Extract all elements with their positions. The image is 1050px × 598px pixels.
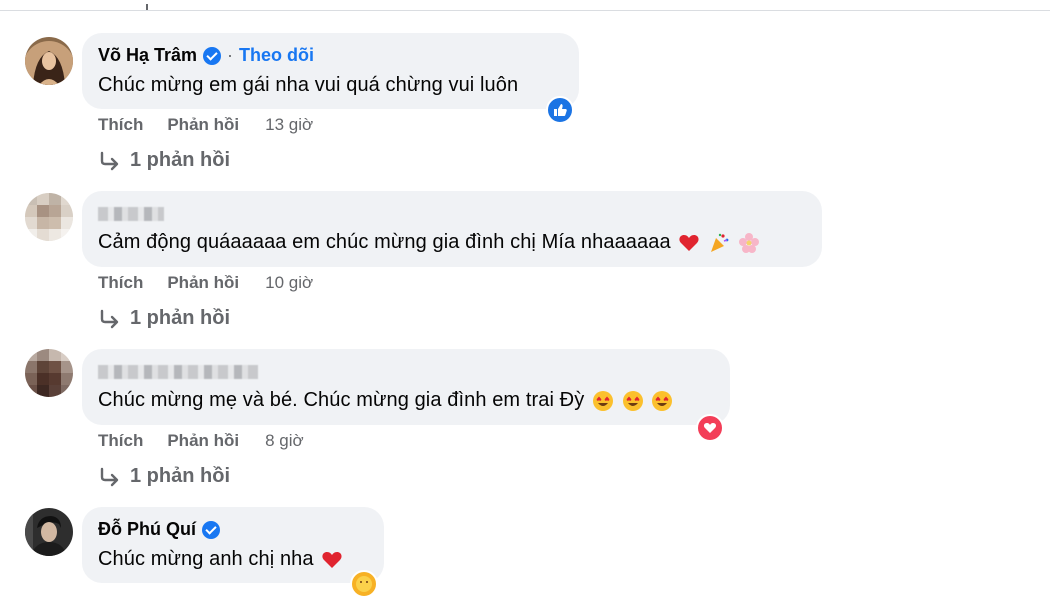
comment-bubble: Võ Hạ Trâm · Theo dõi Chúc mừng em gái n… (82, 33, 579, 109)
view-replies-link[interactable]: 1 phản hồi (98, 307, 230, 330)
like-button[interactable]: Thích (98, 431, 143, 451)
replies-count: 1 phản hồi (130, 307, 230, 329)
heart-eyes-icon (622, 390, 643, 411)
reply-arrow-icon (100, 309, 119, 328)
reply-button[interactable]: Phản hồi (167, 431, 239, 451)
reply-arrow-icon (100, 467, 119, 486)
reply-arrow-icon (100, 151, 119, 170)
party-popper-icon (711, 233, 729, 252)
view-replies-link[interactable]: 1 phản hồi (98, 149, 230, 172)
comment-actions: Thích Phản hồi 10 giờ (98, 273, 313, 293)
heart-eyes-icon (652, 390, 673, 411)
avatar[interactable] (25, 508, 73, 556)
reply-button[interactable]: Phản hồi (167, 115, 239, 135)
comment-actions: Thích Phản hồi 13 giờ (98, 115, 313, 135)
comment-author[interactable]: Đỗ Phú Quí (98, 519, 196, 540)
care-icon[interactable] (350, 570, 378, 598)
avatar[interactable] (25, 37, 73, 85)
comment-timestamp[interactable]: 10 giờ (265, 273, 313, 293)
comment-author-blurred[interactable] (98, 207, 164, 221)
heart-eyes-icon (593, 390, 613, 411)
like-button[interactable]: Thích (98, 273, 143, 293)
comment-text: Cảm động quáaaaaa em chúc mừng gia đình … (98, 231, 760, 254)
avatar[interactable] (25, 193, 73, 241)
comment-timestamp[interactable]: 8 giờ (265, 431, 304, 451)
previous-section-divider (0, 4, 1050, 11)
view-replies-link[interactable]: 1 phản hồi (98, 465, 230, 488)
follow-button[interactable]: Theo dõi (239, 45, 314, 66)
verified-badge-icon (203, 46, 222, 65)
comment-author[interactable]: Võ Hạ Trâm (98, 45, 197, 66)
comment-bubble: Chúc mừng mẹ và bé. Chúc mừng gia đình e… (82, 349, 730, 425)
red-heart-icon (679, 234, 699, 251)
comment-actions: Thích Phản hồi 8 giờ (98, 431, 304, 451)
replies-count: 1 phản hồi (130, 465, 230, 487)
reply-button[interactable]: Phản hồi (167, 273, 239, 293)
comment-text: Chúc mừng mẹ và bé. Chúc mừng gia đình e… (98, 389, 673, 412)
comment-text: Chúc mừng em gái nha vui quá chừng vui l… (98, 74, 519, 96)
avatar[interactable] (25, 349, 73, 397)
replies-count: 1 phản hồi (130, 149, 230, 171)
comment-author-blurred[interactable] (98, 365, 258, 379)
verified-badge-icon (202, 520, 220, 539)
comment-timestamp[interactable]: 13 giờ (265, 115, 313, 135)
comment-bubble: Cảm động quáaaaaa em chúc mừng gia đình … (82, 191, 822, 267)
like-icon[interactable] (546, 96, 574, 124)
like-button[interactable]: Thích (98, 115, 143, 135)
love-icon[interactable] (696, 414, 724, 442)
red-heart-icon (322, 551, 342, 568)
comment-text: Chúc mừng anh chị nha (98, 548, 343, 571)
comment-bubble: Đỗ Phú Quí Chúc mừng anh chị nha (82, 507, 384, 583)
cherry-blossom-icon (738, 232, 759, 253)
